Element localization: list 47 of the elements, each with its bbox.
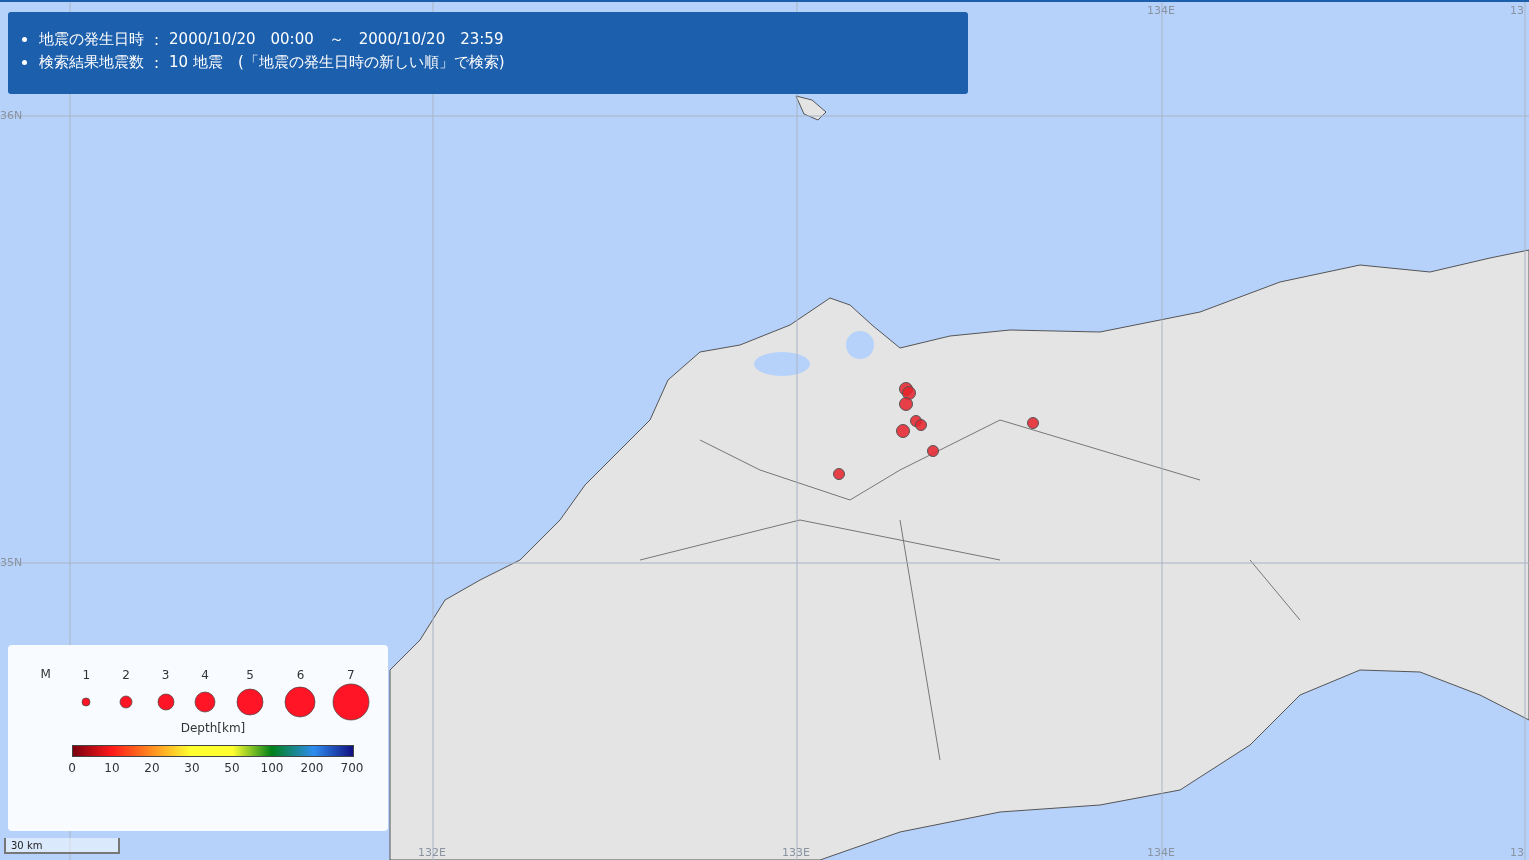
magnitude-circle-icon	[82, 697, 91, 707]
summary-value: 2000/10/20 00:00 ～ 2000/10/20 23:59	[169, 30, 504, 49]
longitude-label: 134E	[1147, 846, 1175, 859]
magnitude-circle-icon	[236, 688, 264, 716]
depth-tick-label: 50	[224, 761, 240, 775]
depth-tick-label: 200	[300, 761, 324, 775]
longitude-label: 132E	[418, 846, 446, 859]
magnitude-label: 1	[82, 667, 91, 683]
longitude-label: 133E	[782, 846, 810, 859]
longitude-label: 13	[1510, 4, 1524, 17]
longitude-label: 134E	[1147, 4, 1175, 17]
earthquake-marker[interactable]	[915, 419, 927, 431]
latitude-label: 36N	[0, 109, 23, 122]
latitude-label: 35N	[0, 556, 23, 569]
depth-tick-label: 0	[68, 761, 76, 775]
magnitude-label: 3	[161, 667, 170, 683]
lake-shape	[754, 352, 810, 376]
magnitude-circle-icon	[285, 686, 316, 718]
scale-bar: 30 km	[4, 838, 120, 854]
earthquake-marker[interactable]	[833, 468, 845, 480]
bullet-icon	[22, 60, 27, 65]
magnitude-circle-icon	[332, 683, 370, 721]
longitude-label: 13	[1510, 846, 1524, 859]
summary-label: 地震の発生日時	[39, 30, 144, 49]
lake-shape	[846, 331, 874, 359]
summary-label: 検索結果地震数	[39, 53, 144, 72]
magnitude-label: 6	[296, 667, 305, 683]
magnitude-label: 7	[347, 667, 355, 683]
depth-tick-label: 20	[144, 761, 160, 775]
earthquake-marker[interactable]	[1027, 417, 1039, 429]
depth-tick-label: 30	[184, 761, 200, 775]
depth-tick-label: 100	[260, 761, 284, 775]
magnitude-circle-icon	[119, 695, 133, 709]
depth-tick-label: 10	[104, 761, 120, 775]
magnitude-label: 2	[122, 667, 130, 683]
summary-value: 10 地震 (「地震の発生日時の新しい順」で検索)	[169, 53, 505, 72]
earthquake-marker[interactable]	[927, 445, 939, 457]
magnitude-circle-icon	[194, 691, 216, 713]
bullet-icon	[22, 37, 27, 42]
colon-separator: :	[154, 30, 160, 49]
magnitude-label: 5	[246, 667, 254, 683]
magnitude-label: 4	[201, 667, 209, 683]
magnitude-title: M	[39, 667, 52, 681]
magnitude-circle-icon	[157, 693, 174, 711]
depth-tick-label: 700	[340, 761, 364, 775]
depth-title: Depth[km]	[179, 721, 247, 735]
colon-separator: :	[154, 53, 160, 72]
